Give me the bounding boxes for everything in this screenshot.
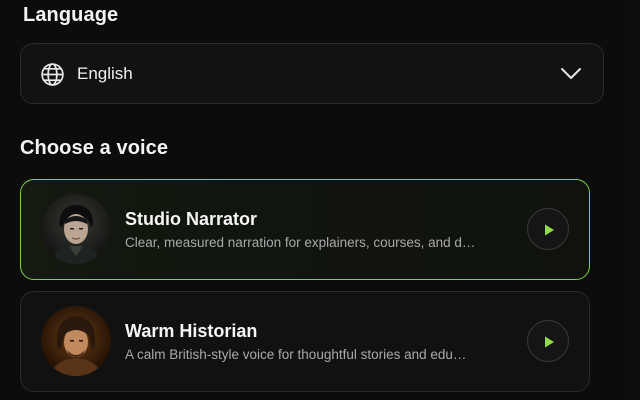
voice-name: Studio Narrator: [125, 209, 258, 229]
choose-voice-heading: Choose a voice: [20, 137, 169, 159]
play-icon: [545, 336, 554, 348]
language-selected-value: English: [77, 64, 133, 83]
globe-icon: [40, 62, 65, 87]
voice-description: Clear, measured narration for explainers…: [125, 235, 476, 250]
voice-settings-panel: Language English Choose a voice Studio N…: [0, 0, 640, 400]
scrollbar[interactable]: [630, 0, 640, 400]
voice-card-studio-narrator[interactable]: Studio Narrator Clear, measured narratio…: [20, 179, 590, 280]
language-select[interactable]: English: [20, 43, 604, 104]
voice-name: Warm Historian: [125, 321, 258, 341]
voice-card-warm-historian[interactable]: Warm Historian A calm British-style voic…: [20, 291, 590, 392]
avatar: [41, 306, 111, 376]
play-preview-button[interactable]: [527, 320, 569, 362]
play-preview-button[interactable]: [527, 208, 569, 250]
voice-description: A calm British-style voice for thoughtfu…: [125, 347, 467, 362]
play-icon: [545, 224, 554, 236]
chevron-down-icon: [560, 67, 582, 81]
avatar: [41, 194, 111, 264]
language-heading: Language: [23, 4, 119, 26]
